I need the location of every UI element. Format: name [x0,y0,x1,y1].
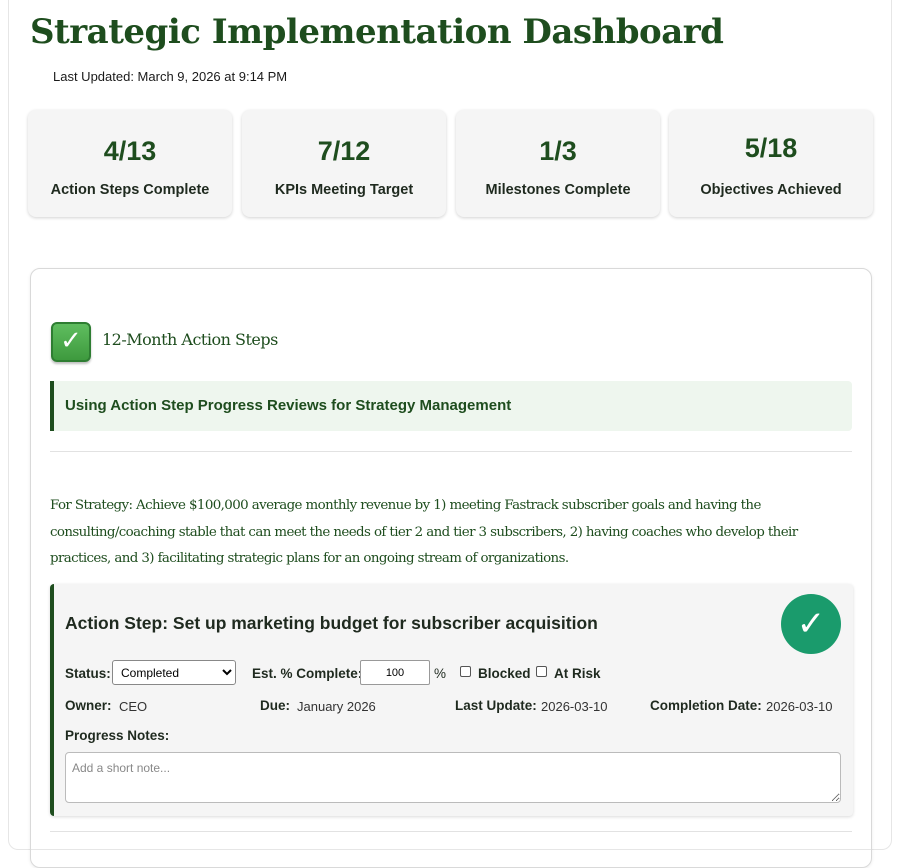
stats-row: 4/13 Action Steps Complete 7/12 KPIs Mee… [28,110,873,218]
at-risk-checkbox[interactable] [536,666,547,677]
blocked-checkbox[interactable] [460,666,471,677]
progress-notes-label: Progress Notes: [65,728,170,743]
blocked-label: Blocked [478,666,531,681]
last-update-label: Last Update: [455,698,537,713]
checkmark-icon: ✓ [781,594,841,654]
action-step-card: Action Step: Set up marketing budget for… [50,584,853,816]
action-steps-panel: ✓ 12-Month Action Steps Using Action Ste… [30,268,872,868]
check-box-icon: ✓ [51,322,91,362]
at-risk-label: At Risk [554,666,601,681]
stat-value: 7/12 [317,136,371,166]
due-label: Due: [260,698,290,713]
due-value: January 2026 [297,699,376,714]
pct-complete-input[interactable] [360,660,430,685]
page-title: Strategic Implementation Dashboard [30,12,724,52]
stat-card-objectives: 5/18 Objectives Achieved [669,110,873,217]
stat-label: Action Steps Complete [50,182,210,198]
callout-box: Using Action Step Progress Reviews for S… [50,381,852,431]
divider [50,831,852,832]
pct-complete-label: Est. % Complete: [252,666,363,681]
stat-value: 5/18 [744,133,798,163]
section-title: 12-Month Action Steps [102,330,278,349]
pct-unit: % [434,666,447,681]
owner-value: CEO [119,699,148,714]
stat-label: KPIs Meeting Target [274,182,414,198]
stat-card-kpis: 7/12 KPIs Meeting Target [242,110,446,217]
action-step-title: Action Step: Set up marketing budget for… [65,613,598,633]
stat-card-action-steps: 4/13 Action Steps Complete [28,110,232,217]
stat-card-milestones: 1/3 Milestones Complete [456,110,660,217]
divider [50,451,852,452]
progress-notes-field[interactable] [65,752,841,803]
strategy-text: For Strategy: Achieve $100,000 average m… [50,498,798,566]
stat-value: 1/3 [539,136,577,166]
status-label: Status: [65,666,111,681]
last-update-value: 2026-03-10 [541,699,608,714]
stat-value: 4/13 [103,136,157,166]
completion-date-label: Completion Date: [650,698,762,713]
owner-label: Owner: [65,698,112,713]
completion-date-value: 2026-03-10 [766,699,833,714]
status-select[interactable]: Completed [112,660,236,685]
callout-text: Using Action Step Progress Reviews for S… [65,397,512,414]
stat-label: Objectives Achieved [700,182,842,198]
stat-label: Milestones Complete [485,182,631,198]
last-updated-text: Last Updated: March 9, 2026 at 9:14 PM [53,69,288,84]
